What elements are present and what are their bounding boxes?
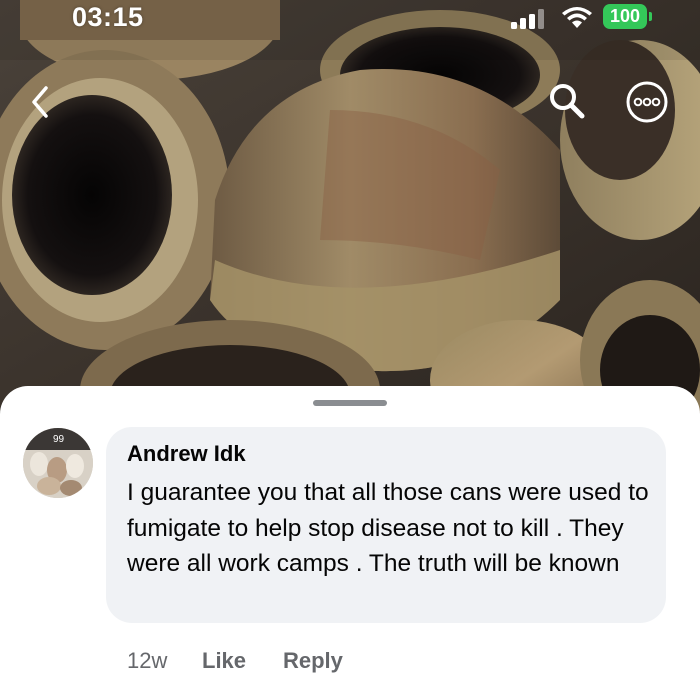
comment-author[interactable]: Andrew Idk [127,441,246,467]
search-icon [550,84,585,119]
status-bar: 03:15 100 [0,0,700,40]
post-photo [0,0,700,420]
sheet-grabber[interactable] [313,400,387,406]
avatar-image: 99 [23,428,93,498]
like-button[interactable]: Like [202,648,246,674]
reply-button[interactable]: Reply [283,648,343,674]
more-options-button[interactable] [625,80,669,124]
comments-sheet: 99 Andrew Idk I guarantee you that all t… [0,386,700,700]
comment-bubble[interactable]: Andrew Idk I guarantee you that all thos… [106,427,666,623]
more-options-icon [626,81,668,123]
comment-text: I guarantee you that all those cans were… [127,479,649,577]
cellular-signal-icon [511,9,544,29]
wifi-icon [562,7,592,28]
search-button[interactable] [546,80,588,122]
battery-tip [649,12,652,21]
chevron-left-icon [32,86,48,118]
avatar-badge: 99 [53,434,65,445]
back-button[interactable] [26,84,58,120]
battery-indicator: 100 [603,4,647,29]
status-time: 03:15 [72,2,144,32]
avatar[interactable]: 99 [23,428,93,498]
comment-timestamp: 12w [127,648,168,673]
